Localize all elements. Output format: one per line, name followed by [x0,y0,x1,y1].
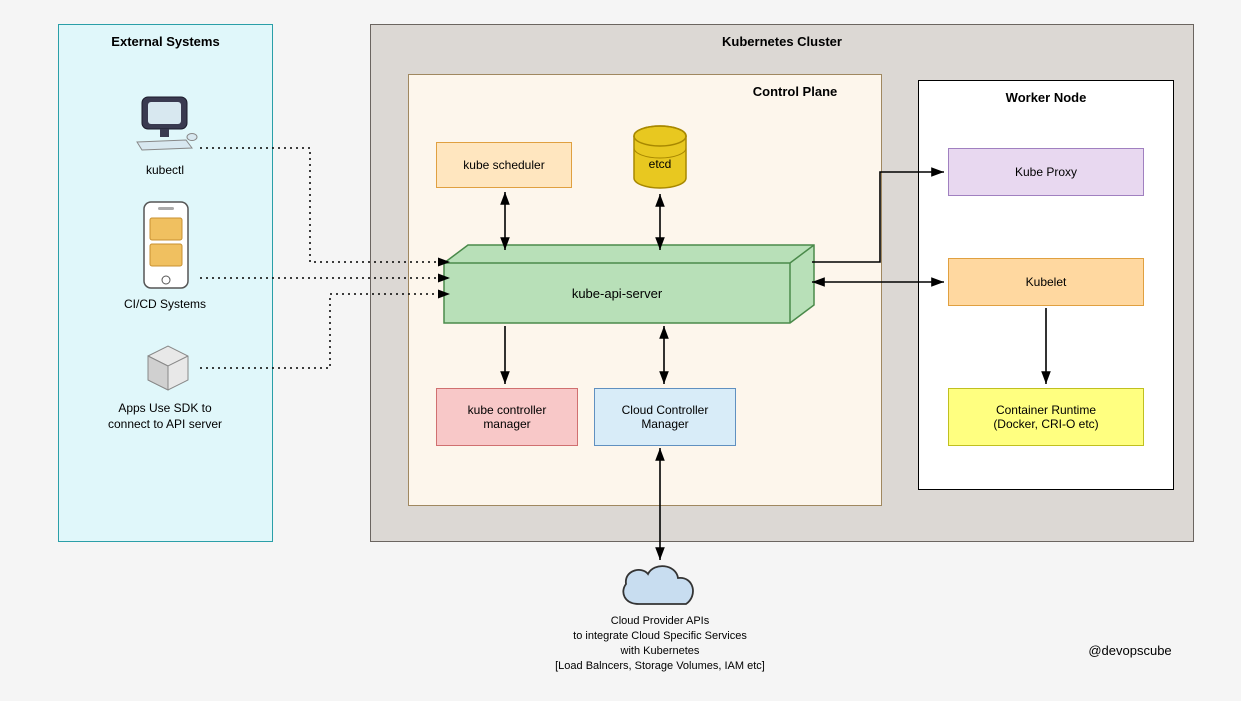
diagram-canvas: External Systems kubectl CI/CD Systems A… [0,0,1241,701]
arrows-layer [0,0,1241,701]
